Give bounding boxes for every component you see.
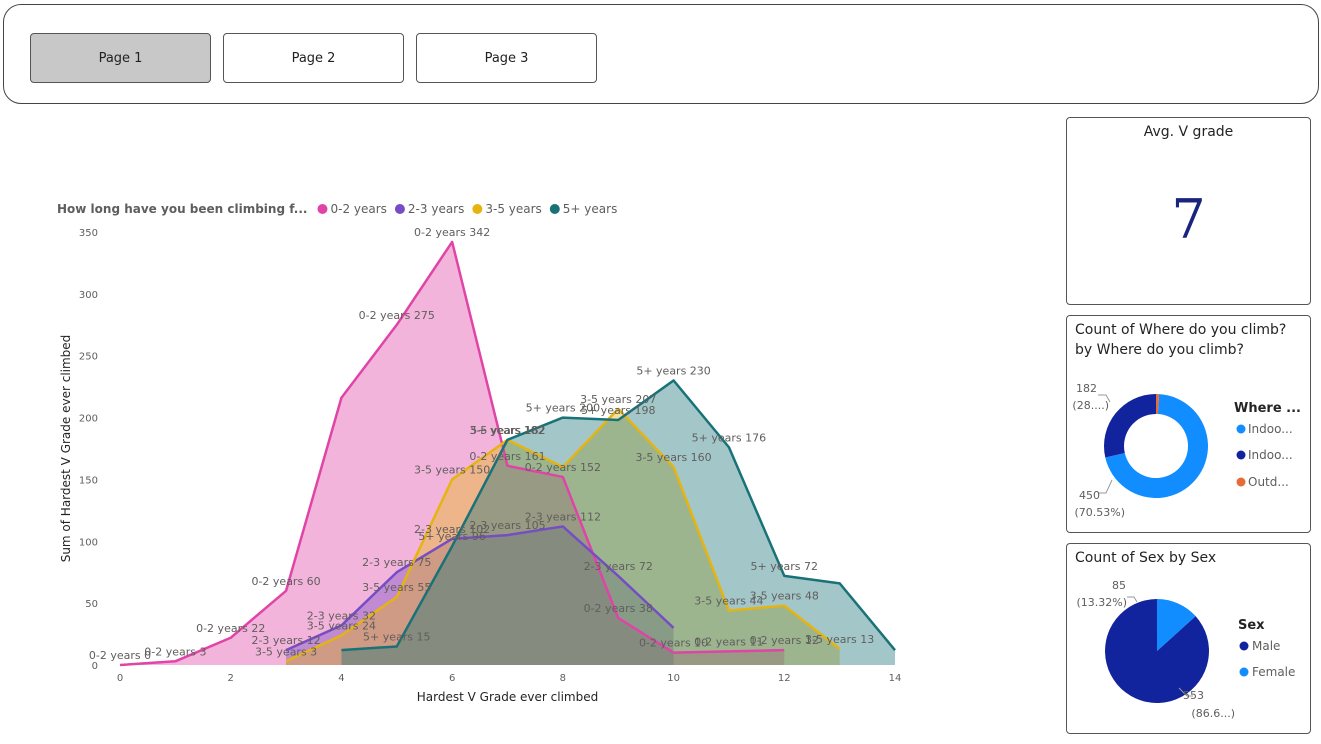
pie-callout-line-top — [1127, 596, 1138, 603]
legend-label-2: 2-3 years — [408, 202, 464, 216]
nav-button-page-1[interactable]: Page 1 — [30, 33, 211, 83]
data-label-series-4: 5+ years 72 — [751, 560, 818, 573]
donut-callout-value-bottom: 450 — [1079, 489, 1100, 502]
data-label-series-1: 0-2 years 3 — [144, 645, 206, 658]
pie-legend-title: Sex — [1238, 618, 1265, 633]
donut-legend-label-2[interactable]: Indoo... — [1248, 448, 1293, 462]
pie-legend-dot-female — [1239, 667, 1249, 677]
legend-dot-1 — [317, 204, 328, 214]
data-label-series-1: 0-2 years 22 — [196, 622, 265, 635]
data-label-series-4: 5+ years 96 — [418, 530, 485, 543]
data-label-series-4: 5+ years 182 — [470, 424, 544, 437]
donut-card-where-climb[interactable]: Count of Where do you climb? by Where do… — [1066, 315, 1311, 533]
pie-legend-dot-male — [1239, 641, 1249, 651]
pie-callout-value-top: 85 — [1112, 579, 1126, 592]
x-tick-label: 6 — [449, 673, 455, 684]
data-label-series-1: 0-2 years 275 — [359, 309, 435, 322]
x-tick-label: 2 — [228, 673, 234, 684]
kpi-card-avg-v-grade[interactable]: Avg. V grade 7 — [1066, 117, 1311, 305]
x-tick-label: 0 — [117, 673, 123, 684]
donut-chart: 182 (28....) 450 (70.53%) Where ... Indo… — [1072, 382, 1301, 519]
y-tick-label: 150 — [79, 475, 98, 486]
legend-title: How long have you been climbing f... — [57, 202, 307, 216]
donut-callout-value-top: 182 — [1076, 382, 1097, 395]
donut-slice-indoor-secondary[interactable] — [1104, 394, 1156, 458]
data-label-series-4: 5+ years 230 — [636, 364, 710, 377]
pie-callout-percent-top: (13.32%) — [1076, 596, 1127, 609]
pie-legend-label-female[interactable]: Female — [1252, 665, 1295, 679]
x-axis-title: Hardest V Grade ever climbed — [417, 690, 598, 704]
donut-legend-title: Where ... — [1234, 401, 1301, 416]
data-label-series-1: 0-2 years 342 — [414, 226, 490, 239]
x-tick-label: 10 — [667, 673, 680, 684]
y-axis-title: Sum of Hardest V Grade ever climbed — [59, 335, 73, 563]
nav-button-page-2[interactable]: Page 2 — [223, 33, 404, 83]
data-label-series-1: 0-2 years 152 — [525, 461, 601, 474]
area-chart: How long have you been climbing f... 0-2 … — [57, 202, 902, 704]
x-tick-label: 14 — [889, 673, 902, 684]
page-navigation-bar: Page 1 Page 2 Page 3 — [3, 4, 1319, 104]
data-label-series-1: 0-2 years 60 — [251, 575, 320, 588]
x-tick-label: 12 — [778, 673, 791, 684]
pie-card-sex[interactable]: Count of Sex by Sex 85 (13.32%) 553 (86.… — [1066, 543, 1311, 734]
kpi-title: Avg. V grade — [1143, 124, 1234, 140]
y-tick-label: 200 — [79, 414, 98, 425]
x-tick-label: 8 — [560, 673, 566, 684]
y-tick-label: 300 — [79, 290, 98, 301]
pie-legend-label-male[interactable]: Male — [1252, 639, 1280, 653]
nav-button-page-3[interactable]: Page 3 — [416, 33, 597, 83]
legend-dot-2 — [394, 204, 405, 214]
legend-dot-4 — [549, 204, 560, 214]
data-label-series-2: 2-3 years 72 — [584, 560, 653, 573]
donut-legend-label-1[interactable]: Indoo... — [1248, 422, 1293, 436]
legend-label-1: 0-2 years — [330, 202, 386, 216]
data-label-series-3: 3-5 years 55 — [362, 581, 431, 594]
donut-legend-dot-3 — [1236, 477, 1246, 487]
donut-callout-line-bottom — [1098, 479, 1113, 494]
donut-legend-dot-2 — [1236, 450, 1246, 460]
data-label-series-3: 3-5 years 13 — [805, 633, 874, 646]
donut-legend-label-3[interactable]: Outd... — [1248, 475, 1289, 489]
legend-label-4: 5+ years — [563, 202, 618, 216]
y-tick-label: 50 — [85, 599, 98, 610]
pie-callout-value-bottom: 553 — [1183, 689, 1204, 702]
data-label-series-4: 5+ years 198 — [581, 404, 655, 417]
y-tick-label: 0 — [92, 661, 98, 672]
y-tick-label: 100 — [79, 537, 98, 548]
data-label-series-1: 0-2 years 0 — [89, 649, 151, 662]
legend-dot-3 — [472, 204, 483, 214]
y-tick-label: 350 — [79, 228, 98, 239]
x-tick-label: 4 — [338, 673, 344, 684]
y-tick-label: 250 — [79, 352, 98, 363]
data-label-series-4: 5+ years 15 — [363, 630, 430, 643]
data-label-series-3: 3-5 years 48 — [750, 590, 819, 603]
data-label-series-2: 2-3 years 75 — [362, 556, 431, 569]
legend-label-3: 3-5 years — [485, 202, 541, 216]
data-label-series-2: 2-3 years 112 — [525, 510, 601, 523]
kpi-value: 7 — [1171, 188, 1206, 251]
pie-chart: 85 (13.32%) 553 (86.6...) Sex Male Femal… — [1076, 579, 1295, 720]
donut-callout-percent-top: (28....) — [1072, 399, 1109, 412]
data-label-series-3: 3-5 years 160 — [635, 451, 711, 464]
donut-legend-dot-1 — [1236, 424, 1246, 434]
data-label-series-4: 5+ years 176 — [692, 431, 766, 444]
data-label-series-3: 3-5 years 3 — [255, 645, 317, 658]
pie-callout-percent-bottom: (86.6...) — [1191, 707, 1235, 720]
data-label-series-1: 0-2 years 38 — [584, 602, 653, 615]
data-label-series-3: 3-5 years 150 — [414, 463, 490, 476]
donut-callout-percent-bottom: (70.53%) — [1074, 506, 1125, 519]
